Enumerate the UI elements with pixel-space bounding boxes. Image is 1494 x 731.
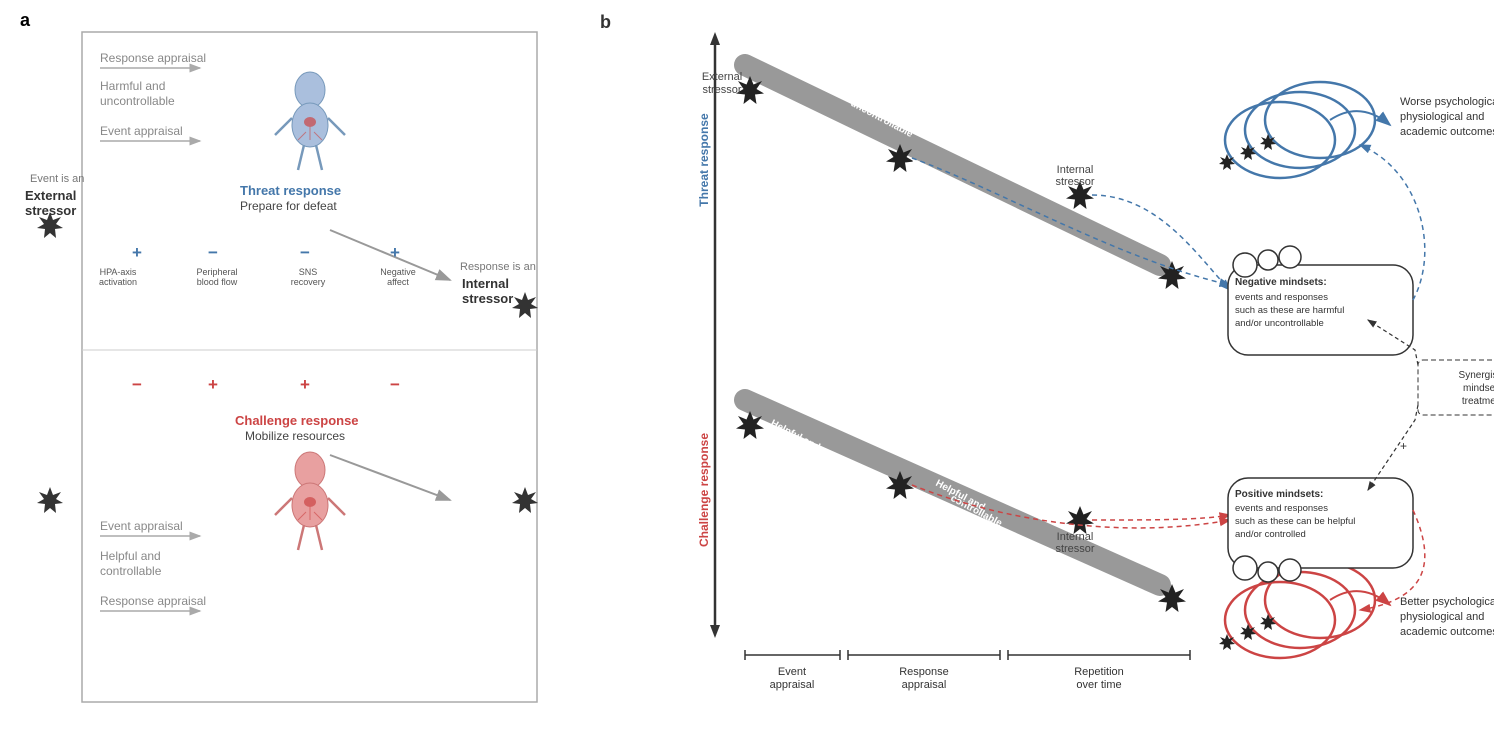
svg-text:Better psychological,: Better psychological, (1400, 596, 1494, 608)
svg-text:−: − (390, 375, 400, 394)
svg-text:affect: affect (387, 277, 409, 287)
svg-text:Threat response: Threat response (240, 183, 341, 198)
svg-text:b: b (600, 12, 611, 32)
svg-text:Repetition: Repetition (1074, 666, 1124, 678)
svg-text:Response: Response (899, 666, 949, 678)
svg-text:Threat response: Threat response (697, 113, 711, 207)
svg-text:Internal: Internal (1057, 164, 1094, 176)
svg-text:Response appraisal: Response appraisal (100, 51, 206, 65)
svg-text:Event appraisal: Event appraisal (100, 124, 183, 138)
panel-b: b Threat response Challenge response (600, 10, 1474, 721)
svg-text:Mobilize resources: Mobilize resources (245, 429, 345, 443)
svg-text:+: + (390, 243, 400, 262)
svg-text:−: − (132, 375, 142, 394)
svg-text:Positive mindsets:: Positive mindsets: (1235, 489, 1323, 500)
svg-text:External: External (25, 188, 76, 203)
svg-text:Event: Event (778, 666, 806, 678)
svg-text:Event is an: Event is an (30, 173, 84, 185)
svg-text:academic outcomes: academic outcomes (1400, 626, 1494, 638)
svg-text:Challenge response: Challenge response (697, 433, 711, 547)
svg-text:stressor: stressor (1055, 176, 1094, 188)
svg-text:−: − (208, 243, 218, 262)
svg-text:SNS: SNS (299, 267, 318, 277)
svg-text:Peripheral: Peripheral (196, 267, 237, 277)
svg-text:mindsets: mindsets (1463, 383, 1494, 394)
svg-text:events and responses: events and responses (1235, 503, 1328, 514)
svg-text:Prepare for defeat: Prepare for defeat (240, 199, 337, 213)
svg-text:HPA-axis: HPA-axis (100, 267, 137, 277)
svg-text:External: External (702, 71, 742, 83)
svg-text:Challenge response: Challenge response (235, 413, 359, 428)
svg-text:stressor: stressor (1055, 543, 1094, 555)
svg-text:academic outcomes: academic outcomes (1400, 126, 1494, 138)
svg-text:Harmful and: Harmful and (100, 79, 165, 93)
svg-text:blood flow: blood flow (197, 277, 238, 287)
svg-text:Event appraisal: Event appraisal (100, 519, 183, 533)
svg-text:+: + (1400, 439, 1407, 453)
svg-text:Helpful and: Helpful and (100, 549, 161, 563)
svg-text:treatment: treatment (1462, 396, 1494, 407)
svg-text:events and responses: events and responses (1235, 292, 1328, 303)
svg-text:Worse psychological,: Worse psychological, (1400, 96, 1494, 108)
svg-text:Internal: Internal (1057, 531, 1094, 543)
svg-text:Response appraisal: Response appraisal (100, 594, 206, 608)
svg-text:physiological and: physiological and (1400, 611, 1484, 623)
svg-text:and/or uncontrollable: and/or uncontrollable (1235, 318, 1324, 329)
svg-text:recovery: recovery (291, 277, 326, 287)
svg-text:uncontrollable: uncontrollable (100, 94, 175, 108)
svg-text:such as these can be helpful: such as these can be helpful (1235, 516, 1355, 527)
svg-text:+: + (300, 375, 310, 394)
svg-text:over time: over time (1076, 679, 1121, 691)
svg-text:Synergistic: Synergistic (1459, 370, 1494, 381)
svg-text:+: + (208, 375, 218, 394)
svg-text:and/or controlled: and/or controlled (1235, 529, 1306, 540)
svg-text:appraisal: appraisal (902, 679, 947, 691)
svg-text:such as these are harmful: such as these are harmful (1235, 305, 1344, 316)
main-container: a Response appraisal Harmful and uncontr… (0, 0, 1494, 731)
svg-text:stressor: stressor (702, 84, 741, 96)
svg-text:controllable: controllable (100, 564, 162, 578)
svg-text:+: + (132, 243, 142, 262)
panel-a: a Response appraisal Harmful and uncontr… (20, 10, 580, 721)
svg-text:stressor: stressor (462, 291, 513, 306)
svg-text:appraisal: appraisal (770, 679, 815, 691)
svg-text:Negative mindsets:: Negative mindsets: (1235, 277, 1327, 288)
svg-text:Internal: Internal (462, 276, 509, 291)
svg-text:activation: activation (99, 277, 137, 287)
svg-text:Response is an: Response is an (460, 261, 536, 273)
svg-text:Negative: Negative (380, 267, 416, 277)
svg-text:physiological and: physiological and (1400, 111, 1484, 123)
svg-text:−: − (300, 243, 310, 262)
